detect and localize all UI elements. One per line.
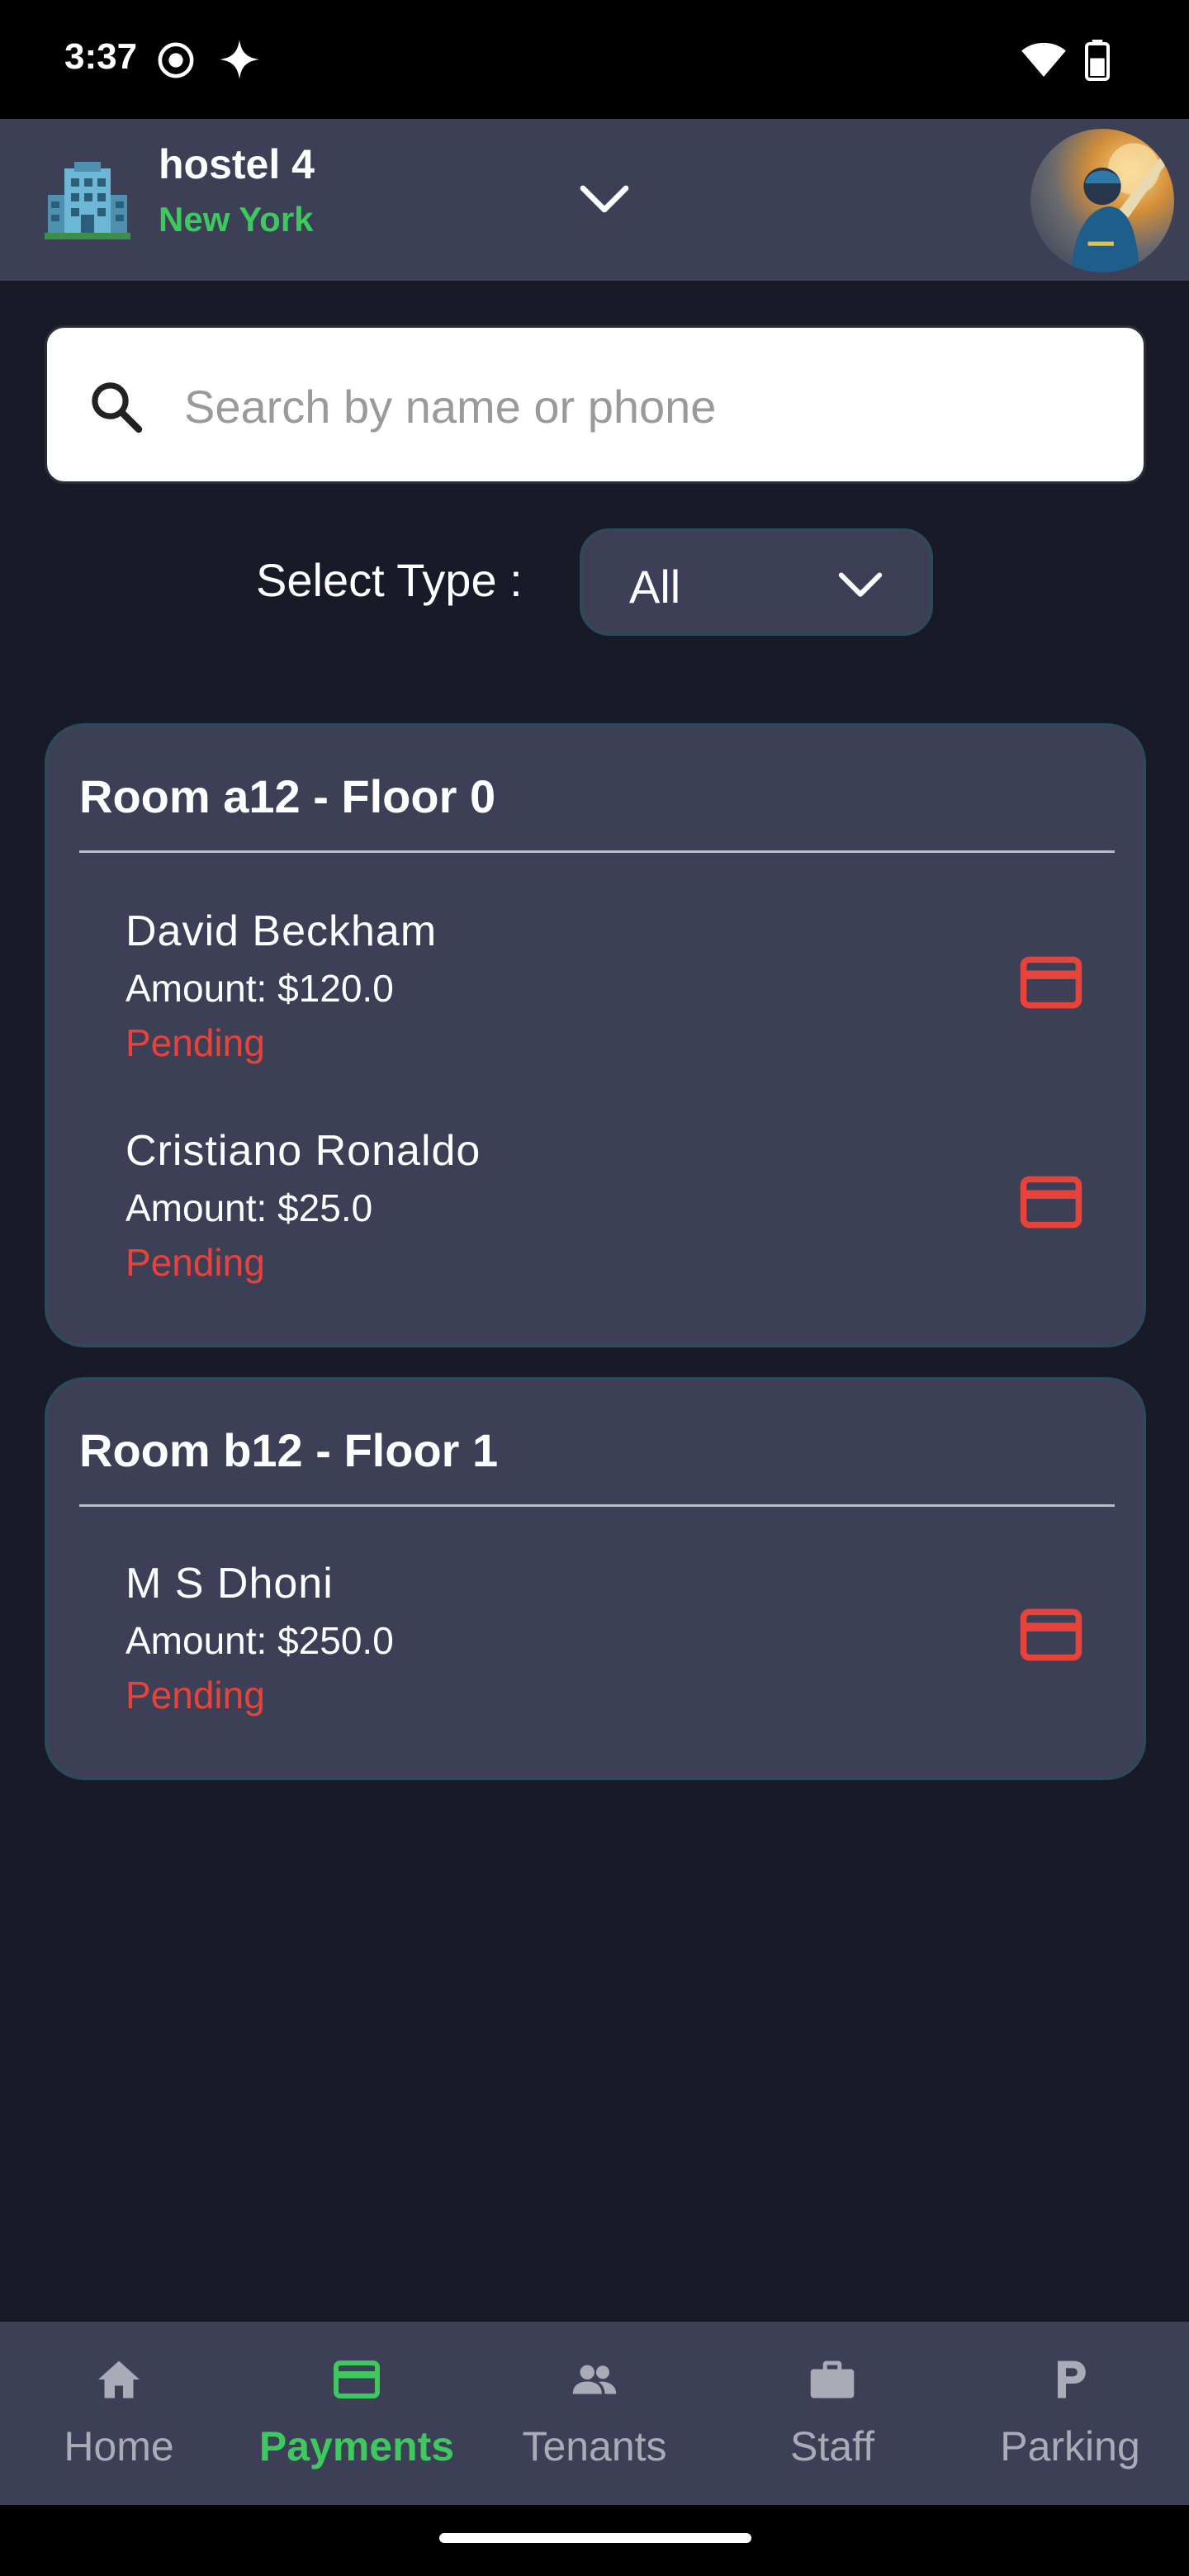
type-select-value: All: [629, 561, 681, 613]
sparkle-icon: [220, 40, 259, 79]
room-card: Room a12 - Floor 0 David Beckham Amount:…: [45, 723, 1146, 1347]
status-time: 3:37: [64, 36, 138, 77]
nav-label: Tenants: [522, 2423, 667, 2469]
briefcase-icon: [810, 2361, 855, 2398]
type-select-dropdown[interactable]: All: [580, 528, 933, 636]
home-icon: [98, 2361, 140, 2398]
nav-label: Parking: [1000, 2423, 1140, 2469]
avatar-image: [1070, 143, 1169, 272]
hostel-city[interactable]: New York: [159, 200, 314, 239]
hostel-building-icon: [45, 162, 130, 239]
nav-item-staff[interactable]: Staff: [713, 2322, 951, 2505]
hostel-name[interactable]: hostel 4: [159, 140, 315, 188]
nav-label: Staff: [790, 2423, 874, 2469]
payment-status: Pending: [126, 1674, 265, 1717]
room-card: Room b12 - Floor 1 M S Dhoni Amount: $25…: [45, 1377, 1146, 1780]
tenant-amount: Amount: $250.0: [126, 1619, 394, 1662]
select-type-label: Select Type :: [256, 554, 523, 606]
status-bar: 3:37: [0, 0, 1189, 119]
tenant-item[interactable]: David Beckham Amount: $120.0 Pending: [126, 907, 1082, 1105]
room-title: Room a12 - Floor 0: [79, 770, 496, 822]
wifi-icon: [1021, 42, 1066, 77]
credit-card-icon: [334, 2361, 380, 2398]
divider: [79, 850, 1115, 853]
chevron-down-icon[interactable]: [578, 177, 631, 223]
tenant-item[interactable]: Cristiano Ronaldo Amount: $25.0 Pending: [126, 1126, 1082, 1324]
nav-item-payments[interactable]: Payments: [238, 2322, 476, 2505]
parking-icon: [1058, 2361, 1086, 2398]
divider: [79, 1504, 1115, 1507]
tenant-amount: Amount: $120.0: [126, 967, 394, 1010]
search-input[interactable]: [184, 361, 1092, 452]
credit-card-icon[interactable]: [1019, 1608, 1083, 1661]
nav-item-home[interactable]: Home: [0, 2322, 238, 2505]
nav-item-parking[interactable]: Parking: [951, 2322, 1189, 2505]
gesture-handle[interactable]: [439, 2533, 751, 2543]
nav-item-tenants[interactable]: Tenants: [476, 2322, 713, 2505]
avatar[interactable]: [1030, 129, 1174, 272]
credit-card-icon[interactable]: [1019, 1176, 1083, 1229]
tenant-amount: Amount: $25.0: [126, 1186, 373, 1229]
nav-label: Home: [64, 2423, 174, 2469]
payment-status: Pending: [126, 1241, 265, 1284]
screen-record-icon: [158, 42, 194, 78]
credit-card-icon[interactable]: [1019, 956, 1083, 1009]
tenant-name: Cristiano Ronaldo: [126, 1127, 481, 1175]
room-title: Room b12 - Floor 1: [79, 1424, 499, 1476]
search-box[interactable]: [45, 325, 1146, 484]
bottom-nav: Home Payments Tenants Staff Parking: [0, 2322, 1189, 2505]
tenant-name: M S Dhoni: [126, 1560, 334, 1608]
tenant-item[interactable]: M S Dhoni Amount: $250.0 Pending: [126, 1559, 1082, 1757]
payment-status: Pending: [126, 1021, 265, 1064]
people-icon: [572, 2365, 617, 2394]
search-icon: [92, 382, 143, 433]
tenant-name: David Beckham: [126, 907, 438, 955]
chevron-down-icon: [838, 572, 883, 597]
app-header: hostel 4 New York: [0, 119, 1189, 281]
battery-icon: [1085, 40, 1110, 81]
nav-label: Payments: [258, 2423, 455, 2469]
